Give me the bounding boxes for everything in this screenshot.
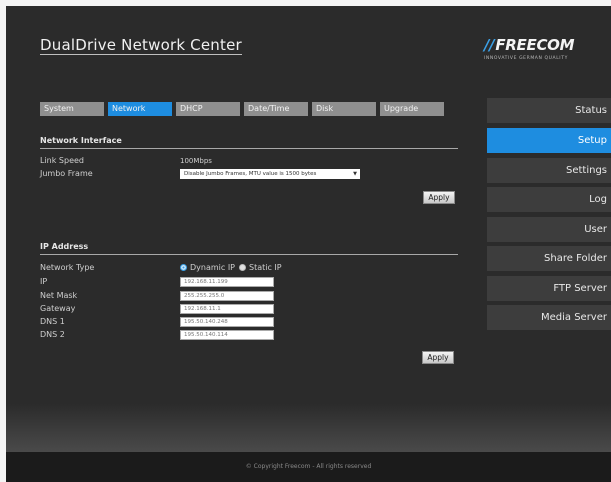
sidebar-item-share-folder[interactable]: Share Folder: [487, 246, 611, 271]
dns2-input[interactable]: 195.50.140.114: [180, 330, 274, 340]
ip-input[interactable]: 192.168.11.199: [180, 277, 274, 287]
logo-text: FREECOM: [495, 36, 575, 54]
dns2-label: DNS 2: [40, 330, 65, 339]
page-title: DualDrive Network Center: [40, 36, 242, 55]
ip-address-title: IP Address: [40, 242, 89, 251]
tab-upgrade[interactable]: Upgrade: [380, 102, 444, 116]
dns1-label: DNS 1: [40, 317, 65, 326]
sidebar-item-settings[interactable]: Settings: [487, 158, 611, 183]
footer-gradient: [6, 404, 611, 452]
network-type-label: Network Type: [40, 263, 95, 272]
sidebar-item-media-server[interactable]: Media Server: [487, 305, 611, 330]
link-speed-label: Link Speed: [40, 156, 85, 165]
sidebar-item-log[interactable]: Log: [487, 187, 611, 212]
freecom-logo: //FREECOM: [484, 36, 575, 54]
jumbo-frame-selected-value: Disable Jumbo Frames, MTU value is 1500 …: [184, 171, 317, 177]
dynamic-ip-radio[interactable]: [180, 264, 187, 271]
apply-network-interface-button[interactable]: Apply: [423, 191, 455, 204]
sidebar-item-status[interactable]: Status: [487, 98, 611, 123]
tab-dhcp[interactable]: DHCP: [176, 102, 240, 116]
network-type-radio-group: Dynamic IP Static IP: [180, 263, 286, 272]
static-ip-radio[interactable]: [239, 264, 247, 271]
setup-tabs: System Network DHCP Date/Time Disk Upgra…: [40, 102, 444, 116]
ip-label: IP: [40, 277, 48, 286]
app-frame: DualDrive Network Center //FREECOM INNOV…: [6, 6, 611, 482]
dynamic-ip-label: Dynamic IP: [190, 263, 236, 272]
logo-mark-icon: //: [484, 36, 495, 54]
tab-network[interactable]: Network: [108, 102, 172, 116]
tab-system[interactable]: System: [40, 102, 104, 116]
sidebar-item-ftp-server[interactable]: FTP Server: [487, 276, 611, 301]
section-divider: [40, 254, 458, 255]
gateway-input[interactable]: 192.168.11.1: [180, 304, 274, 314]
static-ip-label: Static IP: [249, 263, 282, 272]
sidebar-item-setup[interactable]: Setup: [487, 128, 611, 153]
section-divider: [40, 148, 458, 149]
link-speed-value: 100Mbps: [180, 157, 212, 165]
tab-date-time[interactable]: Date/Time: [244, 102, 308, 116]
jumbo-frame-select[interactable]: Disable Jumbo Frames, MTU value is 1500 …: [180, 169, 360, 179]
logo-tagline: INNOVATIVE GERMAN QUALITY: [484, 56, 568, 61]
netmask-input[interactable]: 255.255.255.0: [180, 291, 274, 301]
netmask-label: Net Mask: [40, 291, 78, 300]
gateway-label: Gateway: [40, 304, 76, 313]
network-interface-title: Network Interface: [40, 136, 122, 145]
footer-copyright: © Copyright Freecom - All rights reserve…: [6, 452, 611, 482]
sidebar-item-user[interactable]: User: [487, 217, 611, 242]
dns1-input[interactable]: 195.50.140.248: [180, 317, 274, 327]
dropdown-arrow-icon: ▼: [353, 171, 357, 177]
tab-disk[interactable]: Disk: [312, 102, 376, 116]
jumbo-frame-label: Jumbo Frame: [40, 169, 93, 178]
apply-ip-address-button[interactable]: Apply: [422, 351, 454, 364]
